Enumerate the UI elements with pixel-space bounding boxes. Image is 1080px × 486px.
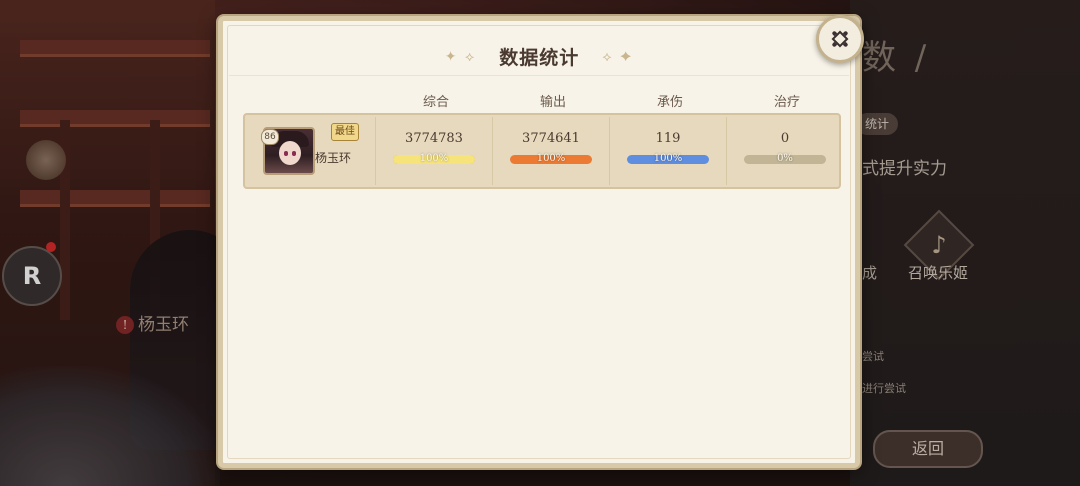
column-header-damage-taken: 承伤 bbox=[656, 95, 683, 110]
cell-divider bbox=[375, 117, 376, 185]
close-button[interactable] bbox=[816, 15, 864, 63]
avatar-face bbox=[279, 141, 301, 165]
stat-value-damage-taken: 119 bbox=[655, 131, 681, 146]
percent-label-damage-taken: 100% bbox=[653, 153, 683, 164]
table-row[interactable]: 86 最佳 杨玉环 3774783 100% 3774641 100% 119 … bbox=[243, 113, 841, 189]
header-divider bbox=[229, 75, 849, 76]
stat-value-damage: 3774641 bbox=[522, 131, 580, 146]
percent-label-overall: 100% bbox=[419, 153, 449, 164]
column-header-healing: 治疗 bbox=[773, 95, 800, 110]
best-badge: 最佳 bbox=[331, 123, 359, 141]
panel-header: ✦ ⟡ 数据统计 ⟡ ✦ bbox=[223, 43, 855, 77]
percent-label-damage: 100% bbox=[536, 153, 566, 164]
cell-divider bbox=[492, 117, 493, 185]
stat-value-healing: 0 bbox=[780, 131, 790, 146]
percent-label-healing: 0% bbox=[777, 153, 793, 164]
ornament-left-icon: ✦ ⟡ bbox=[444, 48, 477, 65]
panel-title: 数据统计 bbox=[499, 47, 580, 69]
level-badge: 86 bbox=[261, 129, 279, 145]
ornament-right-icon: ⟡ ✦ bbox=[602, 48, 634, 65]
cell-divider bbox=[609, 117, 610, 185]
character-name: 杨玉环 bbox=[315, 151, 352, 165]
column-header-damage: 输出 bbox=[539, 95, 566, 110]
avatar-eye bbox=[292, 151, 296, 156]
stat-value-overall: 3774783 bbox=[405, 131, 463, 146]
stats-panel: ✦ ⟡ 数据统计 ⟡ ✦ 综合 输出 承伤 治疗 86 最佳 杨玉环 37747… bbox=[218, 16, 860, 468]
cell-divider bbox=[726, 117, 727, 185]
column-header-overall: 综合 bbox=[422, 95, 449, 110]
avatar-eye bbox=[284, 151, 288, 156]
